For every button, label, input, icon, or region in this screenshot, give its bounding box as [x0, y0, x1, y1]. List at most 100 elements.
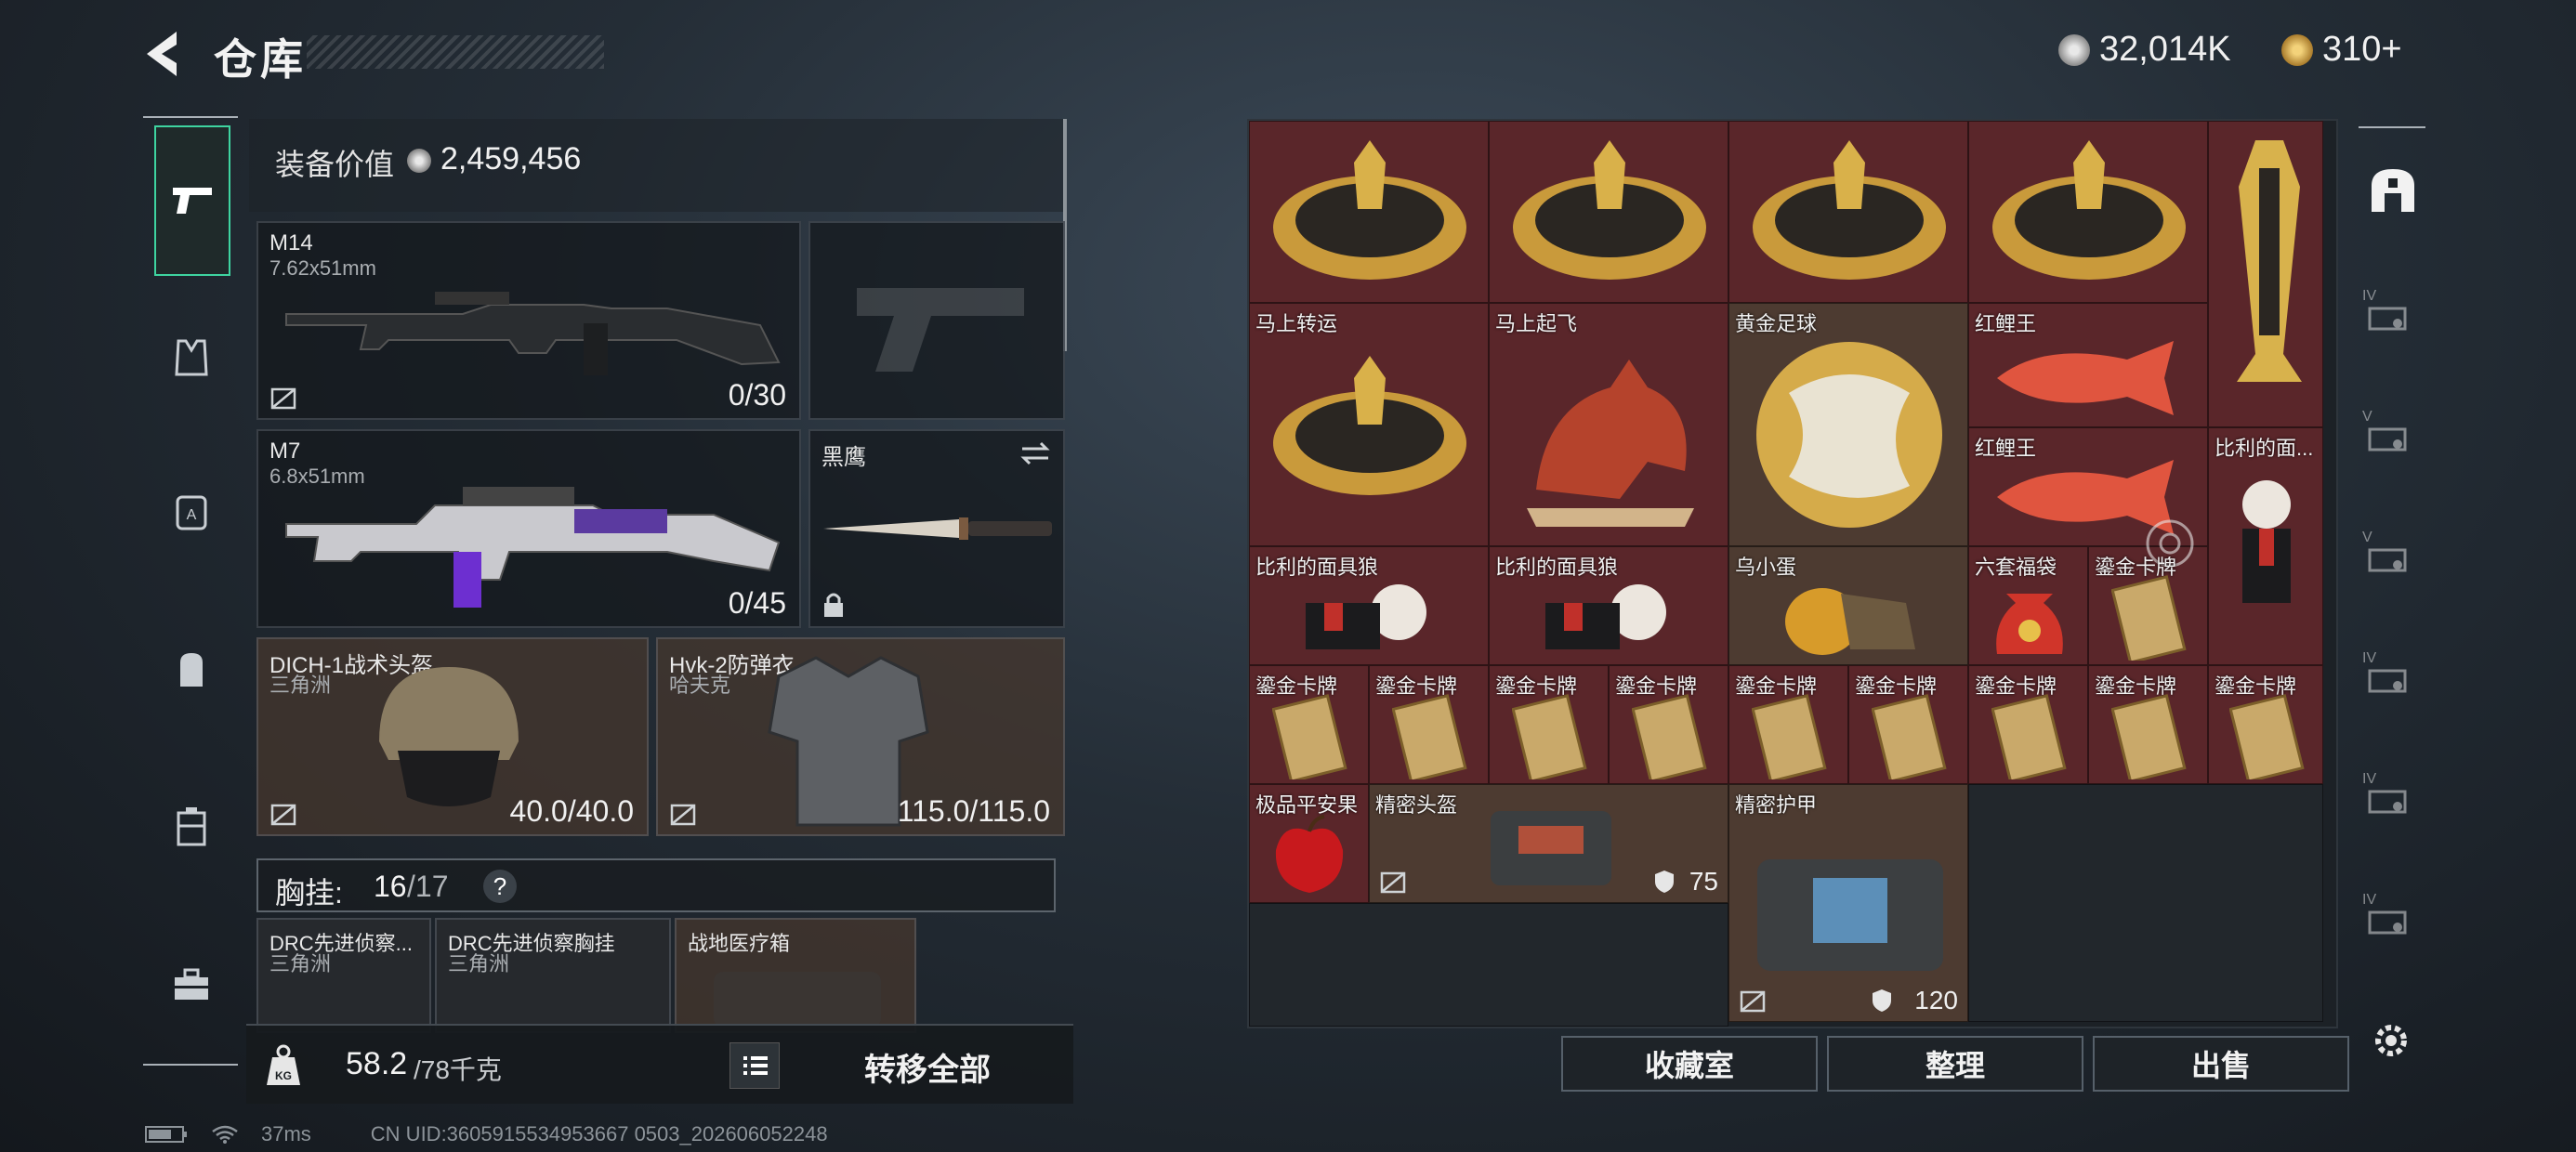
- fortune-wheel-image: [1273, 356, 1466, 495]
- empty-slot[interactable]: [1968, 784, 2323, 1022]
- storage-box-icon: [2368, 669, 2407, 693]
- transfer-all-button[interactable]: 转移全部: [864, 1044, 991, 1090]
- stash-item[interactable]: 黄金足球: [1728, 303, 1968, 546]
- rail-divider: [2359, 126, 2425, 128]
- melee-slot[interactable]: 黑鹰: [808, 429, 1065, 628]
- stash-item[interactable]: 鎏金卡牌: [1848, 665, 1968, 784]
- stash-item[interactable]: [2208, 121, 2323, 427]
- stash-tab-4[interactable]: IV: [2362, 288, 2420, 334]
- toolbox-icon: [175, 968, 208, 1000]
- stash-item[interactable]: 鎏金卡牌: [1489, 665, 1609, 784]
- shield-icon: [1873, 989, 1891, 1012]
- gold-card-image: [1512, 694, 1587, 779]
- item-name: 鎏金卡牌: [2095, 556, 2177, 579]
- weight-max: /78千克: [414, 1055, 502, 1084]
- tab-backpack[interactable]: [154, 632, 229, 706]
- stash-home-icon[interactable]: [2368, 165, 2418, 216]
- sell-button[interactable]: 出售: [2093, 1036, 2349, 1092]
- help-button[interactable]: ?: [483, 870, 517, 903]
- gold-currency[interactable]: 310+: [2281, 30, 2402, 70]
- gold-card-image: [2229, 694, 2305, 779]
- helmet-slot[interactable]: DICH-1战术头盔 三角洲 40.0/40.0: [256, 637, 649, 836]
- gold-card-image: [1272, 694, 1347, 779]
- chest-rig-label: 胸挂:: [275, 876, 343, 910]
- back-arrow-icon: [147, 32, 177, 76]
- battery-icon: [145, 1126, 187, 1143]
- stash-tab-4c[interactable]: IV: [2362, 771, 2420, 818]
- fortune-wheel-image: [1753, 140, 1946, 280]
- item-name: 黄金足球: [1735, 312, 1818, 335]
- armor-slot[interactable]: Hvk-2防弹衣 哈夫克 115.0/115.0: [656, 637, 1065, 836]
- back-button[interactable]: [139, 26, 186, 82]
- stash-item[interactable]: 鎏金卡牌: [2088, 665, 2208, 784]
- right-rail: IV V V IV IV IV: [2359, 121, 2425, 957]
- primary-weapon-slot[interactable]: M14 7.62x51mm 0/30: [256, 221, 801, 420]
- stash-item[interactable]: 精密护甲 120: [1728, 784, 1968, 1022]
- stash-item[interactable]: 鎏金卡牌: [1728, 665, 1848, 784]
- stash-item[interactable]: 马上起飞: [1489, 303, 1728, 546]
- stash-item[interactable]: 红鲤王: [1968, 303, 2208, 427]
- stash-tab-5b[interactable]: V: [2362, 530, 2420, 576]
- item-name: 六套福袋: [1975, 556, 2057, 579]
- sidearm-slot[interactable]: [808, 221, 1065, 420]
- stash-item[interactable]: 比利的面具狼: [1489, 546, 1728, 665]
- swap-icon[interactable]: [1019, 440, 1052, 466]
- tab-vest[interactable]: [154, 321, 229, 395]
- stash-tab-4b[interactable]: IV: [2362, 650, 2420, 697]
- stash-item[interactable]: 极品平安果: [1249, 784, 1369, 903]
- ammo-count: 0/30: [728, 378, 786, 412]
- rig-item[interactable]: 战地医疗箱: [675, 918, 916, 1033]
- wifi-icon: [212, 1125, 238, 1144]
- stash-item[interactable]: 精密头盔 75: [1369, 784, 1728, 903]
- tab-toolbox[interactable]: [154, 948, 229, 1022]
- rig-item[interactable]: DRC先进侦察... 三角洲: [256, 918, 431, 1033]
- stash-item[interactable]: 鎏金卡牌: [2208, 665, 2323, 784]
- collection-room-button[interactable]: 收藏室: [1561, 1036, 1818, 1092]
- armor-case-image: [1757, 859, 1943, 971]
- item-name: 鎏金卡牌: [1495, 674, 1578, 698]
- stash-item[interactable]: 比利的面具狼: [1249, 546, 1489, 665]
- melee-name: 黑鹰: [821, 445, 866, 470]
- item-name: 马上起飞: [1495, 312, 1578, 335]
- item-name: 精密护甲: [1735, 793, 1818, 817]
- puppet-doll-image: [2242, 480, 2291, 603]
- weapon-name: M14: [269, 230, 313, 255]
- stash-tab-5[interactable]: V: [2362, 409, 2420, 455]
- stash-item[interactable]: 六套福袋: [1968, 546, 2088, 665]
- list-view-button[interactable]: [729, 1042, 780, 1089]
- stash-item[interactable]: [1728, 121, 1968, 303]
- loadout-panel: 装备价值 2,459,456 M14 7.62x51mm 0/30 M7 6.8…: [249, 119, 1074, 1048]
- stash-item[interactable]: 鎏金卡牌: [1609, 665, 1728, 784]
- weight-icon: KG: [263, 1042, 304, 1087]
- stash-item[interactable]: [1249, 121, 1489, 303]
- tab-weapons[interactable]: [154, 125, 230, 276]
- stash-item[interactable]: 鎏金卡牌: [1968, 665, 2088, 784]
- stash-item[interactable]: 乌小蛋: [1728, 546, 1968, 665]
- stash-tab-4d[interactable]: IV: [2362, 892, 2420, 938]
- stash-grid: 马上转运 马上起飞 黄金足球 红鲤王 红鲤王 比利的面... 比利的面具狼 比利…: [1247, 119, 2338, 1028]
- lock-icon: [824, 593, 843, 617]
- tab-backpack-a[interactable]: A: [154, 474, 229, 548]
- stash-item[interactable]: 比利的面...: [2208, 427, 2323, 665]
- item-protection-value: 75: [1689, 867, 1718, 896]
- equip-value-label: 装备价值: [275, 148, 395, 181]
- item-name: 比利的面...: [2215, 437, 2314, 460]
- sort-button[interactable]: 整理: [1827, 1036, 2083, 1092]
- tabs-top-divider: [143, 116, 238, 118]
- stash-item[interactable]: 鎏金卡牌: [1249, 665, 1369, 784]
- stash-item[interactable]: [1489, 121, 1728, 303]
- secondary-weapon-slot[interactable]: M7 6.8x51mm 0/45: [256, 429, 801, 628]
- chest-rig-header[interactable]: 胸挂: 16 /17 ?: [256, 858, 1056, 912]
- pistol-icon: [173, 188, 212, 214]
- stash-item[interactable]: 马上转运: [1249, 303, 1489, 546]
- silver-coin-icon: [407, 149, 431, 173]
- empty-slot[interactable]: [1249, 903, 1728, 1027]
- settings-gear-icon[interactable]: [2368, 1017, 2414, 1064]
- unbound-icon: [270, 804, 296, 826]
- rig-item[interactable]: DRC先进侦察胸挂 三角洲: [435, 918, 671, 1033]
- stash-item[interactable]: 鎏金卡牌: [1369, 665, 1489, 784]
- stash-item[interactable]: [1968, 121, 2208, 303]
- tab-case[interactable]: [154, 790, 229, 864]
- golden-ball-image: [1756, 342, 1942, 528]
- gold-card-image: [1632, 694, 1707, 779]
